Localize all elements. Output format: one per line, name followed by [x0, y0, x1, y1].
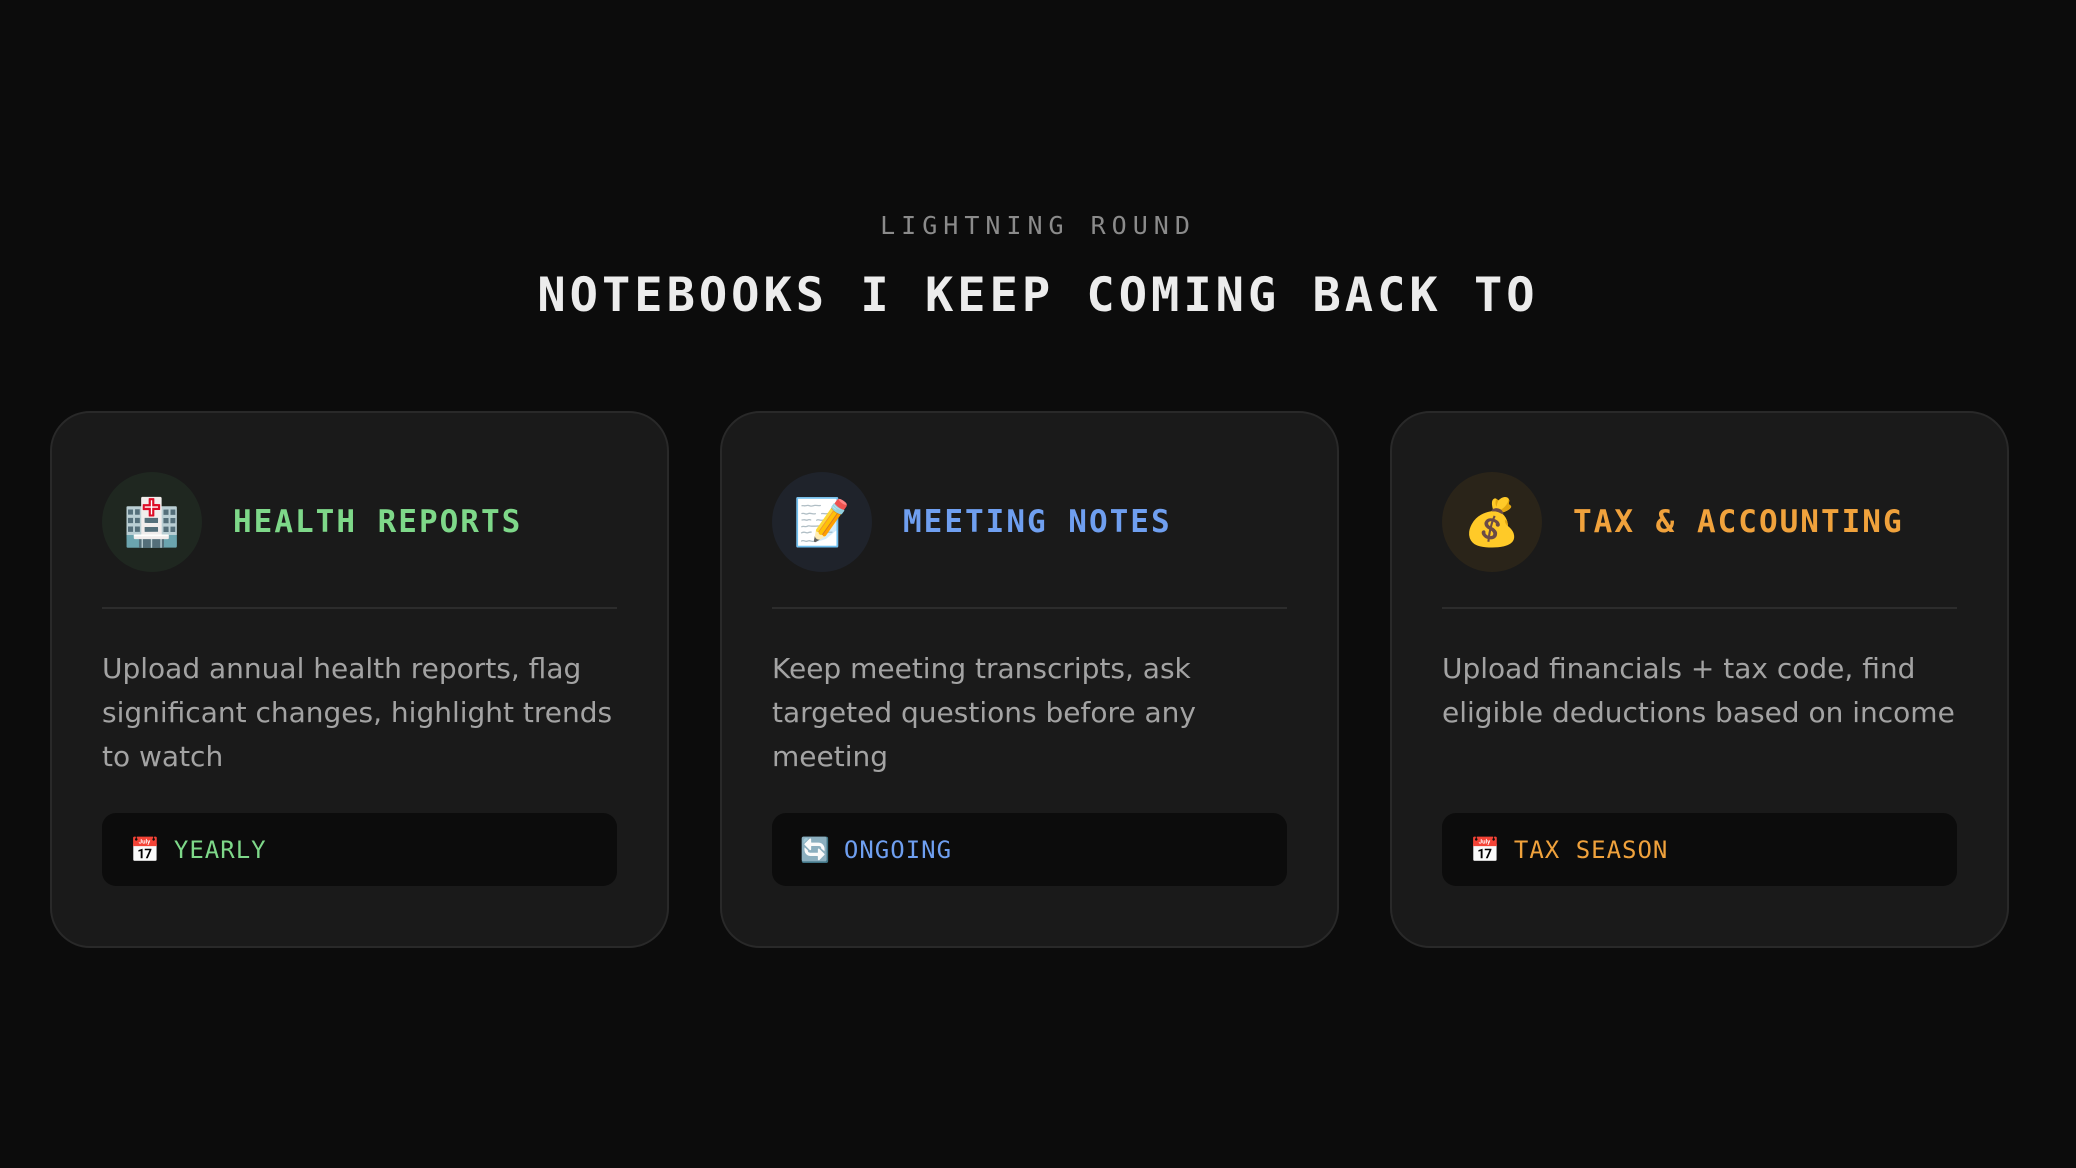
card-title: TAX & ACCOUNTING — [1573, 504, 1904, 540]
page-title: NOTEBOOKS I KEEP COMING BACK TO — [537, 268, 1539, 323]
card-description: Upload annual health reports, flag signi… — [102, 652, 613, 773]
hospital-icon: 🏥 — [102, 472, 202, 572]
notebook-cards: 🏥 HEALTH REPORTS Upload annual health re… — [50, 411, 2009, 948]
card-meeting-notes[interactable]: 📝 MEETING NOTES Keep meeting transcripts… — [720, 411, 1339, 948]
frequency-tag: 📅 YEARLY — [102, 813, 617, 886]
card-tax-accounting[interactable]: 💰 TAX & ACCOUNTING Upload financials + t… — [1390, 411, 2009, 948]
page: LIGHTNING ROUND NOTEBOOKS I KEEP COMING … — [0, 0, 2076, 1168]
eyebrow-label: LIGHTNING ROUND — [880, 211, 1196, 240]
calendar-icon: 📅 — [130, 835, 160, 864]
divider — [102, 607, 617, 609]
card-description: Upload financials + tax code, find eligi… — [1442, 652, 1955, 729]
memo-icon: 📝 — [772, 472, 872, 572]
money-bag-icon: 💰 — [1442, 472, 1542, 572]
divider — [1442, 607, 1957, 609]
card-description: Keep meeting transcripts, ask targeted q… — [772, 652, 1196, 773]
card-title: HEALTH REPORTS — [233, 504, 523, 540]
refresh-icon: 🔄 — [800, 835, 830, 864]
card-header: 💰 TAX & ACCOUNTING — [1442, 472, 1957, 572]
card-health-reports[interactable]: 🏥 HEALTH REPORTS Upload annual health re… — [50, 411, 669, 948]
tag-label: YEARLY — [173, 835, 267, 864]
frequency-tag: 📅 TAX SEASON — [1442, 813, 1957, 886]
tag-label: TAX SEASON — [1513, 835, 1669, 864]
frequency-tag: 🔄 ONGOING — [772, 813, 1287, 886]
card-title: MEETING NOTES — [903, 504, 1172, 540]
card-header: 📝 MEETING NOTES — [772, 472, 1287, 572]
calendar-icon: 📅 — [1470, 835, 1500, 864]
divider — [772, 607, 1287, 609]
card-header: 🏥 HEALTH REPORTS — [102, 472, 617, 572]
tag-label: ONGOING — [843, 835, 953, 864]
